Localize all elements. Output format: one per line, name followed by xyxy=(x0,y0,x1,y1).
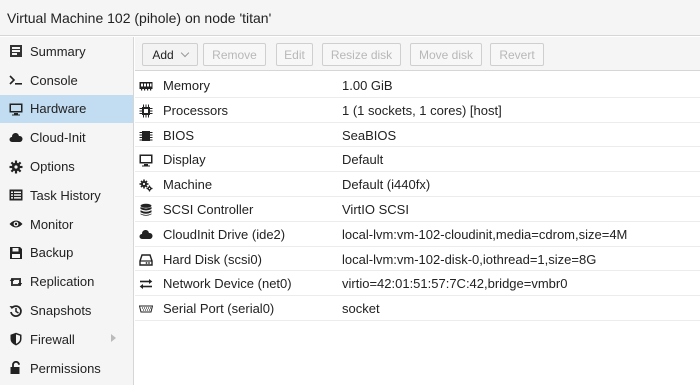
hardware-value: local-lvm:vm-102-cloudinit,media=cdrom,s… xyxy=(342,226,628,242)
hardware-value: virtio=42:01:51:57:7C:42,bridge=vmbr0 xyxy=(342,276,568,292)
hardware-row-bios[interactable]: BIOS SeaBIOS xyxy=(135,123,700,148)
hardware-row-network-device[interactable]: Network Device (net0) virtio=42:01:51:57… xyxy=(135,271,700,297)
serial-port-icon xyxy=(138,301,154,317)
cloud-icon xyxy=(8,130,24,146)
hardware-value: local-lvm:vm-102-disk-0,iothread=1,size=… xyxy=(342,251,597,267)
console-icon xyxy=(8,72,24,88)
gear-icon xyxy=(8,159,24,175)
sidebar-item-label: Summary xyxy=(30,43,86,59)
add-button-label: Add xyxy=(152,47,174,62)
sidebar-item-hardware[interactable]: Hardware xyxy=(0,94,133,124)
sidebar-item-console[interactable]: Console xyxy=(0,66,133,95)
sidebar-item-label: Backup xyxy=(30,245,74,261)
sidebar-item-label: Options xyxy=(30,159,75,175)
resize-disk-button[interactable]: Resize disk xyxy=(322,43,401,66)
add-button[interactable]: Add xyxy=(142,43,198,66)
revert-button[interactable]: Revert xyxy=(490,43,544,66)
hardware-name: SCSI Controller xyxy=(163,201,254,217)
hardware-row-serial-port[interactable]: Serial Port (serial0) socket xyxy=(135,296,700,321)
toolbar: Add Remove Edit Resize disk Move disk Re… xyxy=(135,37,700,71)
shield-icon xyxy=(8,331,24,347)
hardware-grid: Memory 1.00 GiB Processors 1 (1 sockets,… xyxy=(135,73,700,321)
sidebar-item-permissions[interactable]: Permissions xyxy=(0,354,133,383)
sidebar: Summary Console Hardware Cloud-Init Opti… xyxy=(0,37,134,385)
history-icon xyxy=(8,303,24,319)
revert-button-label: Revert xyxy=(499,47,535,62)
eye-icon xyxy=(8,216,24,232)
remove-button[interactable]: Remove xyxy=(203,43,266,66)
sidebar-item-firewall[interactable]: Firewall xyxy=(0,325,133,354)
hardware-value: SeaBIOS xyxy=(342,127,397,143)
sidebar-item-task-history[interactable]: Task History xyxy=(0,181,133,210)
chevron-down-icon xyxy=(180,48,189,57)
cloud-icon xyxy=(138,227,154,243)
sidebar-item-label: Hardware xyxy=(30,101,87,117)
hardware-name: BIOS xyxy=(163,127,195,143)
sidebar-item-backup[interactable]: Backup xyxy=(0,239,133,268)
hardware-value: 1 (1 sockets, 1 cores) [host] xyxy=(342,102,502,118)
sidebar-item-options[interactable]: Options xyxy=(0,152,133,181)
sidebar-item-snapshots[interactable]: Snapshots xyxy=(0,296,133,325)
hardware-name: CloudInit Drive (ide2) xyxy=(163,226,286,242)
memory-icon xyxy=(138,78,154,94)
expand-arrow-icon[interactable] xyxy=(111,333,116,342)
edit-button[interactable]: Edit xyxy=(276,43,313,66)
retweet-icon xyxy=(8,274,24,290)
chip-icon xyxy=(138,128,154,144)
hardware-row-memory[interactable]: Memory 1.00 GiB xyxy=(135,73,700,98)
hardware-name: Serial Port (serial0) xyxy=(163,301,275,317)
hardware-value: socket xyxy=(342,301,380,317)
hardware-name: Display xyxy=(163,152,206,168)
hardware-name: Network Device (net0) xyxy=(163,276,292,292)
sidebar-item-cloud-init[interactable]: Cloud-Init xyxy=(0,123,133,152)
sidebar-item-label: Replication xyxy=(30,274,95,290)
title-bar: Virtual Machine 102 (pihole) on node 'ti… xyxy=(0,0,700,36)
hardware-name: Hard Disk (scsi0) xyxy=(163,251,262,267)
sidebar-item-label: Snapshots xyxy=(30,303,92,319)
summary-icon xyxy=(8,43,24,59)
cogs-icon xyxy=(138,177,154,193)
sidebar-item-label: Permissions xyxy=(30,360,101,376)
hardware-value: Default (i440fx) xyxy=(342,177,431,193)
remove-button-label: Remove xyxy=(212,47,257,62)
hardware-row-cloudinit-drive[interactable]: CloudInit Drive (ide2) local-lvm:vm-102-… xyxy=(135,222,700,247)
database-icon xyxy=(138,202,154,218)
sidebar-item-label: Cloud-Init xyxy=(30,130,86,146)
hardware-value: Default xyxy=(342,152,384,168)
sidebar-item-label: Monitor xyxy=(30,216,74,232)
hardware-name: Memory xyxy=(163,78,210,93)
sidebar-item-replication[interactable]: Replication xyxy=(0,267,133,296)
window-title: Virtual Machine 102 (pihole) on node 'ti… xyxy=(7,10,272,26)
sidebar-item-monitor[interactable]: Monitor xyxy=(0,210,133,239)
hardware-row-processors[interactable]: Processors 1 (1 sockets, 1 cores) [host] xyxy=(135,98,700,123)
desktop-icon xyxy=(138,152,154,168)
sidebar-item-label: Task History xyxy=(30,187,101,203)
move-disk-button-label: Move disk xyxy=(418,47,474,62)
hardware-row-machine[interactable]: Machine Default (i440fx) xyxy=(135,172,700,197)
hardware-name: Processors xyxy=(163,102,229,118)
edit-button-label: Edit xyxy=(284,47,305,62)
sidebar-item-label: Firewall xyxy=(30,331,75,347)
cpu-icon xyxy=(138,103,154,119)
sidebar-item-label: Console xyxy=(30,72,78,88)
hardware-row-scsi-controller[interactable]: SCSI Controller VirtIO SCSI xyxy=(135,197,700,222)
list-icon xyxy=(8,187,24,203)
hardware-row-display[interactable]: Display Default xyxy=(135,147,700,173)
hdd-icon xyxy=(138,252,154,268)
move-disk-button[interactable]: Move disk xyxy=(410,43,482,66)
monitor-icon xyxy=(8,101,24,117)
exchange-icon xyxy=(138,276,154,292)
resize-disk-button-label: Resize disk xyxy=(330,47,393,62)
sidebar-item-summary[interactable]: Summary xyxy=(0,37,133,66)
hardware-value: 1.00 GiB xyxy=(342,78,393,93)
hardware-value: VirtIO SCSI xyxy=(342,201,409,217)
hardware-row-hard-disk[interactable]: Hard Disk (scsi0) local-lvm:vm-102-disk-… xyxy=(135,247,700,272)
unlock-icon xyxy=(8,360,24,376)
floppy-icon xyxy=(8,245,24,261)
hardware-name: Machine xyxy=(163,177,213,193)
